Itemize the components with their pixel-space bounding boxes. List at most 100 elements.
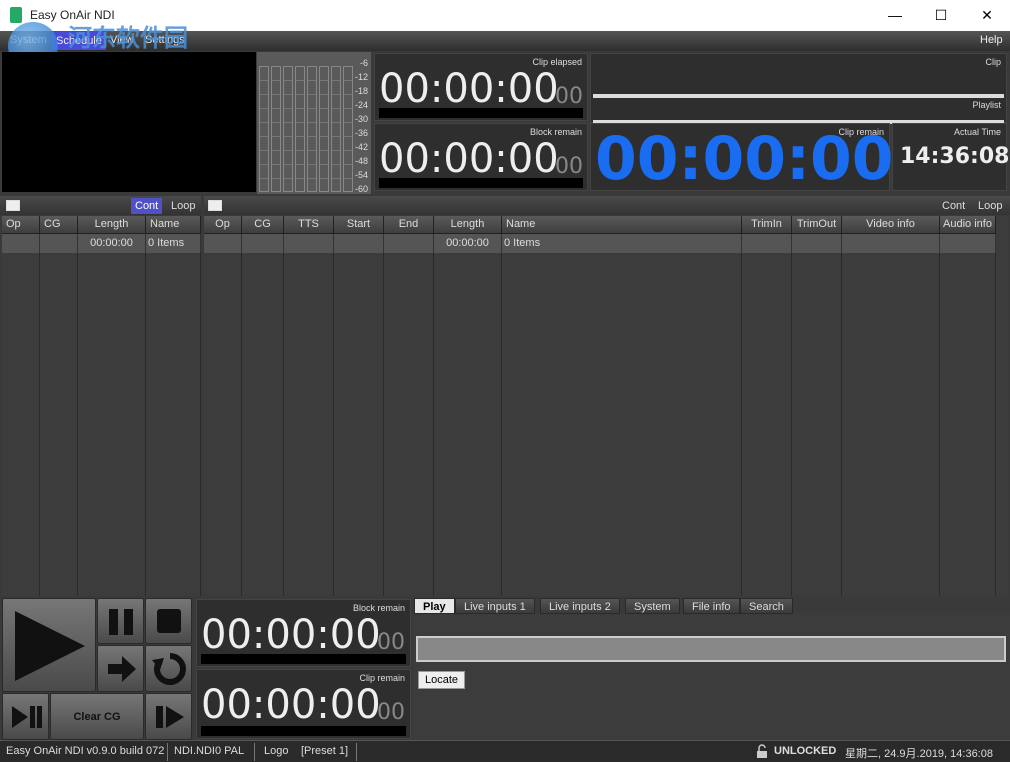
- column-header[interactable]: Video info: [842, 216, 940, 234]
- grid-column: [146, 253, 201, 596]
- menu-view[interactable]: View: [110, 34, 134, 46]
- column-header[interactable]: CG: [242, 216, 284, 234]
- play-pause-button[interactable]: [2, 693, 49, 740]
- actual-time-label: Actual Time: [953, 127, 1001, 137]
- bottom-block-remain-frames: 00: [377, 630, 405, 655]
- grid-column: [502, 253, 742, 596]
- right-loop-button[interactable]: Loop: [974, 198, 1006, 214]
- left-playlist-grid[interactable]: Op CG Length Name 00:00:00 0 Items: [2, 216, 201, 596]
- bottom-clip-remain-progress: [201, 726, 406, 736]
- locate-button[interactable]: Locate: [418, 671, 466, 689]
- next-button[interactable]: [97, 645, 144, 692]
- separator: [167, 743, 168, 761]
- vu-channel-6: [319, 66, 329, 192]
- menu-bar: System Schedule View Settings Help: [0, 31, 1010, 51]
- bottom-block-remain-panel: Block remain 00:00:00 00: [196, 599, 411, 667]
- column-header[interactable]: Name: [146, 216, 201, 234]
- lock-status: UNLOCKED: [774, 745, 837, 757]
- separator: [356, 743, 357, 761]
- bottom-clip-remain-panel: Clip remain 00:00:00 00: [196, 669, 411, 739]
- minimize-button[interactable]: —: [872, 0, 918, 31]
- table-cell[interactable]: [242, 234, 284, 253]
- table-cell[interactable]: [40, 234, 78, 253]
- table-cell[interactable]: 0 Items: [502, 234, 742, 253]
- separator: [254, 743, 255, 761]
- play-button[interactable]: [2, 598, 96, 692]
- stop-button[interactable]: [145, 598, 192, 644]
- table-cell[interactable]: [334, 234, 384, 253]
- tab-system[interactable]: System: [625, 598, 680, 614]
- tab-live-inputs-1[interactable]: Live inputs 1: [455, 598, 535, 614]
- table-cell[interactable]: [792, 234, 842, 253]
- tab-live-inputs-2[interactable]: Live inputs 2: [540, 598, 620, 614]
- column-header[interactable]: Op: [2, 216, 40, 234]
- menu-system[interactable]: System: [10, 34, 47, 46]
- column-header[interactable]: Name: [502, 216, 742, 234]
- menu-settings[interactable]: Settings: [145, 34, 185, 46]
- table-cell[interactable]: 00:00:00: [434, 234, 502, 253]
- left-cont-button[interactable]: Cont: [131, 198, 163, 214]
- folder-icon[interactable]: [208, 200, 222, 211]
- vu-label: -42: [354, 142, 368, 152]
- close-button[interactable]: ✕: [964, 0, 1010, 31]
- vu-label: -48: [354, 156, 368, 166]
- bottom-block-remain-time: 00:00:00: [201, 612, 381, 658]
- table-cell[interactable]: [940, 234, 996, 253]
- column-header[interactable]: TrimOut: [792, 216, 842, 234]
- tab-search[interactable]: Search: [740, 598, 793, 614]
- vu-channel-2: [271, 66, 281, 192]
- vu-channel-4: [295, 66, 305, 192]
- vu-channel-5: [307, 66, 317, 192]
- clear-cg-button[interactable]: Clear CG: [50, 693, 144, 740]
- column-header[interactable]: End: [384, 216, 434, 234]
- tab-play[interactable]: Play: [414, 598, 455, 614]
- menu-help[interactable]: Help: [980, 34, 1003, 46]
- skip-icon: [156, 706, 184, 728]
- table-cell[interactable]: [742, 234, 792, 253]
- column-header[interactable]: CG: [40, 216, 78, 234]
- skip-button[interactable]: [145, 693, 192, 740]
- column-header[interactable]: TrimIn: [742, 216, 792, 234]
- table-cell[interactable]: [284, 234, 334, 253]
- preset-status: [Preset 1]: [301, 745, 349, 757]
- vu-label: -12: [354, 72, 368, 82]
- grid-column: [434, 253, 502, 596]
- column-header[interactable]: Op: [204, 216, 242, 234]
- grid-column: [78, 253, 146, 596]
- folder-icon[interactable]: [6, 200, 20, 211]
- reload-button[interactable]: [145, 645, 192, 692]
- menu-schedule[interactable]: Schedule: [52, 32, 106, 50]
- right-list-header: Cont Loop: [204, 196, 1010, 215]
- clip-label: Clip: [985, 57, 1001, 67]
- column-header[interactable]: Audio info: [940, 216, 996, 234]
- clip-elapsed-panel: Clip elapsed 00:00:00 00: [374, 53, 588, 121]
- column-header[interactable]: Length: [78, 216, 146, 234]
- column-header[interactable]: Start: [334, 216, 384, 234]
- play-icon: [15, 611, 85, 681]
- actual-time-value: 14:36:08: [900, 144, 1010, 169]
- table-cell[interactable]: [842, 234, 940, 253]
- maximize-button[interactable]: ☐: [918, 0, 964, 31]
- grid-column: [284, 253, 334, 596]
- column-header[interactable]: Length: [434, 216, 502, 234]
- pause-button[interactable]: [97, 598, 144, 644]
- right-playlist-grid[interactable]: Op CG TTS Start End Length Name TrimIn T…: [204, 216, 1008, 596]
- app-icon: [10, 7, 22, 23]
- bottom-clip-remain-time: 00:00:00: [201, 682, 381, 728]
- vu-channel-8: [343, 66, 353, 192]
- bottom-block-remain-progress: [201, 654, 406, 664]
- left-loop-button[interactable]: Loop: [167, 198, 199, 214]
- clip-progress-bar: [593, 94, 1004, 98]
- table-cell[interactable]: 0 Items: [146, 234, 201, 253]
- play-input[interactable]: [416, 636, 1006, 662]
- column-header[interactable]: TTS: [284, 216, 334, 234]
- table-cell[interactable]: [2, 234, 40, 253]
- bottom-clip-remain-frames: 00: [377, 700, 405, 725]
- table-cell[interactable]: [384, 234, 434, 253]
- table-cell[interactable]: [204, 234, 242, 253]
- grid-column: [940, 253, 996, 596]
- table-cell[interactable]: 00:00:00: [78, 234, 146, 253]
- right-cont-button[interactable]: Cont: [938, 198, 969, 214]
- clip-remain-panel: Clip remain 00:00:00: [590, 123, 893, 194]
- tab-file-info[interactable]: File info: [683, 598, 740, 614]
